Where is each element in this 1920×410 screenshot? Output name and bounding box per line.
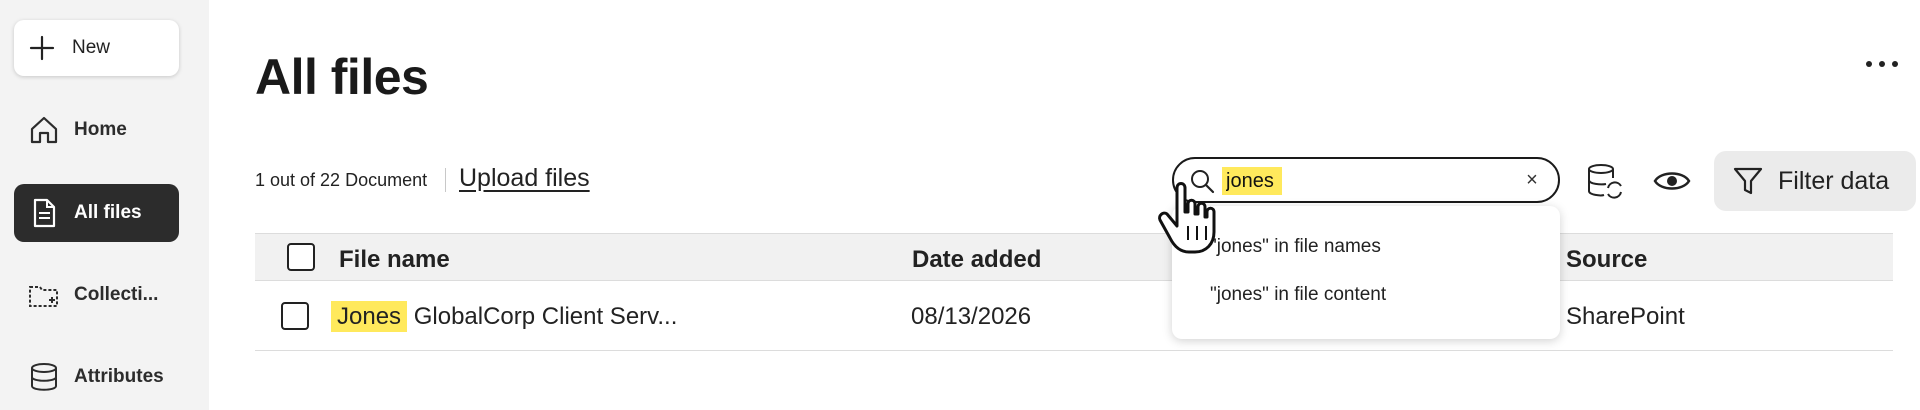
suggestion-file-content[interactable]: "jones" in file content — [1210, 284, 1386, 306]
database-sync-icon — [1588, 164, 1622, 199]
page-title: All files — [255, 49, 429, 105]
new-button-label: New — [72, 37, 111, 58]
column-header-date-added[interactable]: Date added — [912, 246, 1041, 274]
more-dot-icon — [1892, 61, 1898, 67]
more-dot-icon — [1866, 61, 1872, 67]
upload-files-link[interactable]: Upload files — [459, 164, 590, 193]
suggestion-file-names[interactable]: "jones" in file names — [1210, 236, 1381, 258]
sidebar: New Home All files Collecti... Attribute… — [0, 0, 209, 410]
toolbar-divider — [445, 168, 446, 192]
document-count: 1 out of 22 Document — [255, 170, 428, 190]
sidebar-item-label: Collecti... — [74, 284, 159, 305]
search-match-highlight: Jones — [331, 301, 408, 332]
row-checkbox[interactable] — [281, 302, 309, 330]
sidebar-item-home[interactable]: Home — [14, 101, 179, 159]
plus-icon — [29, 35, 55, 61]
preview-button[interactable] — [1648, 157, 1696, 205]
search-box[interactable]: × — [1172, 157, 1560, 203]
file-name-cell[interactable]: Jones GlobalCorp Client Serv... — [331, 301, 678, 332]
home-icon — [28, 114, 60, 146]
document-icon — [28, 197, 60, 229]
sidebar-item-label: Home — [74, 119, 127, 140]
file-name-rest: GlobalCorp Client Serv... — [407, 303, 678, 330]
more-dot-icon — [1879, 61, 1885, 67]
eye-icon — [1653, 172, 1691, 190]
search-input[interactable] — [1222, 167, 1282, 195]
column-header-source[interactable]: Source — [1566, 246, 1647, 274]
new-button[interactable]: New — [14, 20, 179, 76]
pointer-cursor-icon — [1158, 182, 1216, 254]
sidebar-item-label: Attributes — [74, 366, 164, 387]
sidebar-item-all-files[interactable]: All files — [14, 184, 179, 242]
filter-icon — [1733, 167, 1763, 195]
folder-icon — [28, 279, 60, 311]
table-header: File name Date added Source — [255, 233, 1893, 281]
sidebar-item-label: All files — [74, 202, 142, 223]
source-cell: SharePoint — [1566, 303, 1685, 330]
filter-data-button[interactable]: Filter data — [1714, 151, 1916, 211]
select-all-checkbox[interactable] — [287, 243, 315, 271]
more-options-button[interactable] — [1862, 52, 1902, 76]
database-icon — [28, 361, 60, 393]
column-header-file-name[interactable]: File name — [339, 246, 450, 274]
table-row[interactable]: Jones GlobalCorp Client Serv... 08/13/20… — [255, 281, 1893, 351]
search-suggestions: "jones" in file names "jones" in file co… — [1172, 206, 1560, 339]
sidebar-item-collections[interactable]: Collecti... — [14, 266, 179, 324]
sync-data-button[interactable] — [1580, 157, 1628, 205]
clear-search-button[interactable]: × — [1520, 167, 1544, 193]
sidebar-item-attributes[interactable]: Attributes — [14, 348, 179, 406]
date-added-cell: 08/13/2026 — [911, 303, 1032, 330]
filter-data-label: Filter data — [1778, 166, 1890, 195]
